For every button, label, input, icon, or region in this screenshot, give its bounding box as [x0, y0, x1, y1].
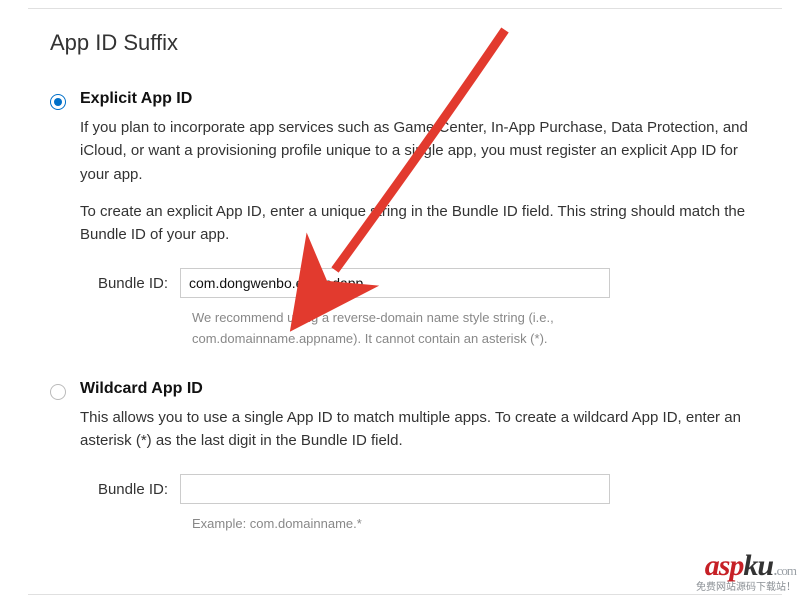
- option-explicit-desc2: To create an explicit App ID, enter a un…: [80, 200, 760, 247]
- radio-col: [50, 90, 80, 115]
- bundle-id-row-wildcard: Bundle ID:: [80, 474, 760, 504]
- option-wildcard-title: Wildcard App ID: [80, 380, 760, 398]
- bundle-id-input-wildcard[interactable]: [180, 474, 610, 504]
- option-explicit-desc1: If you plan to incorporate app services …: [80, 116, 760, 186]
- watermark: aspku.com 免费网站源码下载站！: [696, 551, 796, 593]
- option-explicit-body: Explicit App ID If you plan to incorpora…: [80, 90, 760, 350]
- app-id-suffix-section: App ID Suffix Explicit App ID If you pla…: [0, 0, 810, 585]
- option-explicit: Explicit App ID If you plan to incorpora…: [50, 90, 760, 350]
- option-wildcard: Wildcard App ID This allows you to use a…: [50, 380, 760, 535]
- top-divider: [28, 8, 782, 9]
- option-explicit-title: Explicit App ID: [80, 90, 760, 108]
- watermark-brand-b: ku: [743, 549, 773, 582]
- bundle-id-label-wildcard: Bundle ID:: [80, 481, 180, 498]
- watermark-tld: com: [777, 563, 796, 578]
- radio-explicit[interactable]: [50, 94, 66, 110]
- bottom-divider: [28, 594, 782, 595]
- section-title: App ID Suffix: [50, 30, 760, 56]
- radio-wildcard[interactable]: [50, 384, 66, 400]
- bundle-id-hint-explicit: We recommend using a reverse-domain name…: [192, 308, 692, 350]
- watermark-brand-a: asp: [705, 549, 744, 582]
- bundle-id-input-explicit[interactable]: [180, 268, 610, 298]
- watermark-tagline: 免费网站源码下载站！: [696, 583, 796, 593]
- watermark-brand: aspku.com: [696, 551, 796, 581]
- bundle-id-row-explicit: Bundle ID:: [80, 268, 760, 298]
- option-wildcard-body: Wildcard App ID This allows you to use a…: [80, 380, 760, 535]
- option-wildcard-desc1: This allows you to use a single App ID t…: [80, 406, 760, 453]
- radio-col: [50, 380, 80, 405]
- bundle-id-label-explicit: Bundle ID:: [80, 275, 180, 292]
- bundle-id-hint-wildcard: Example: com.domainname.*: [192, 514, 692, 535]
